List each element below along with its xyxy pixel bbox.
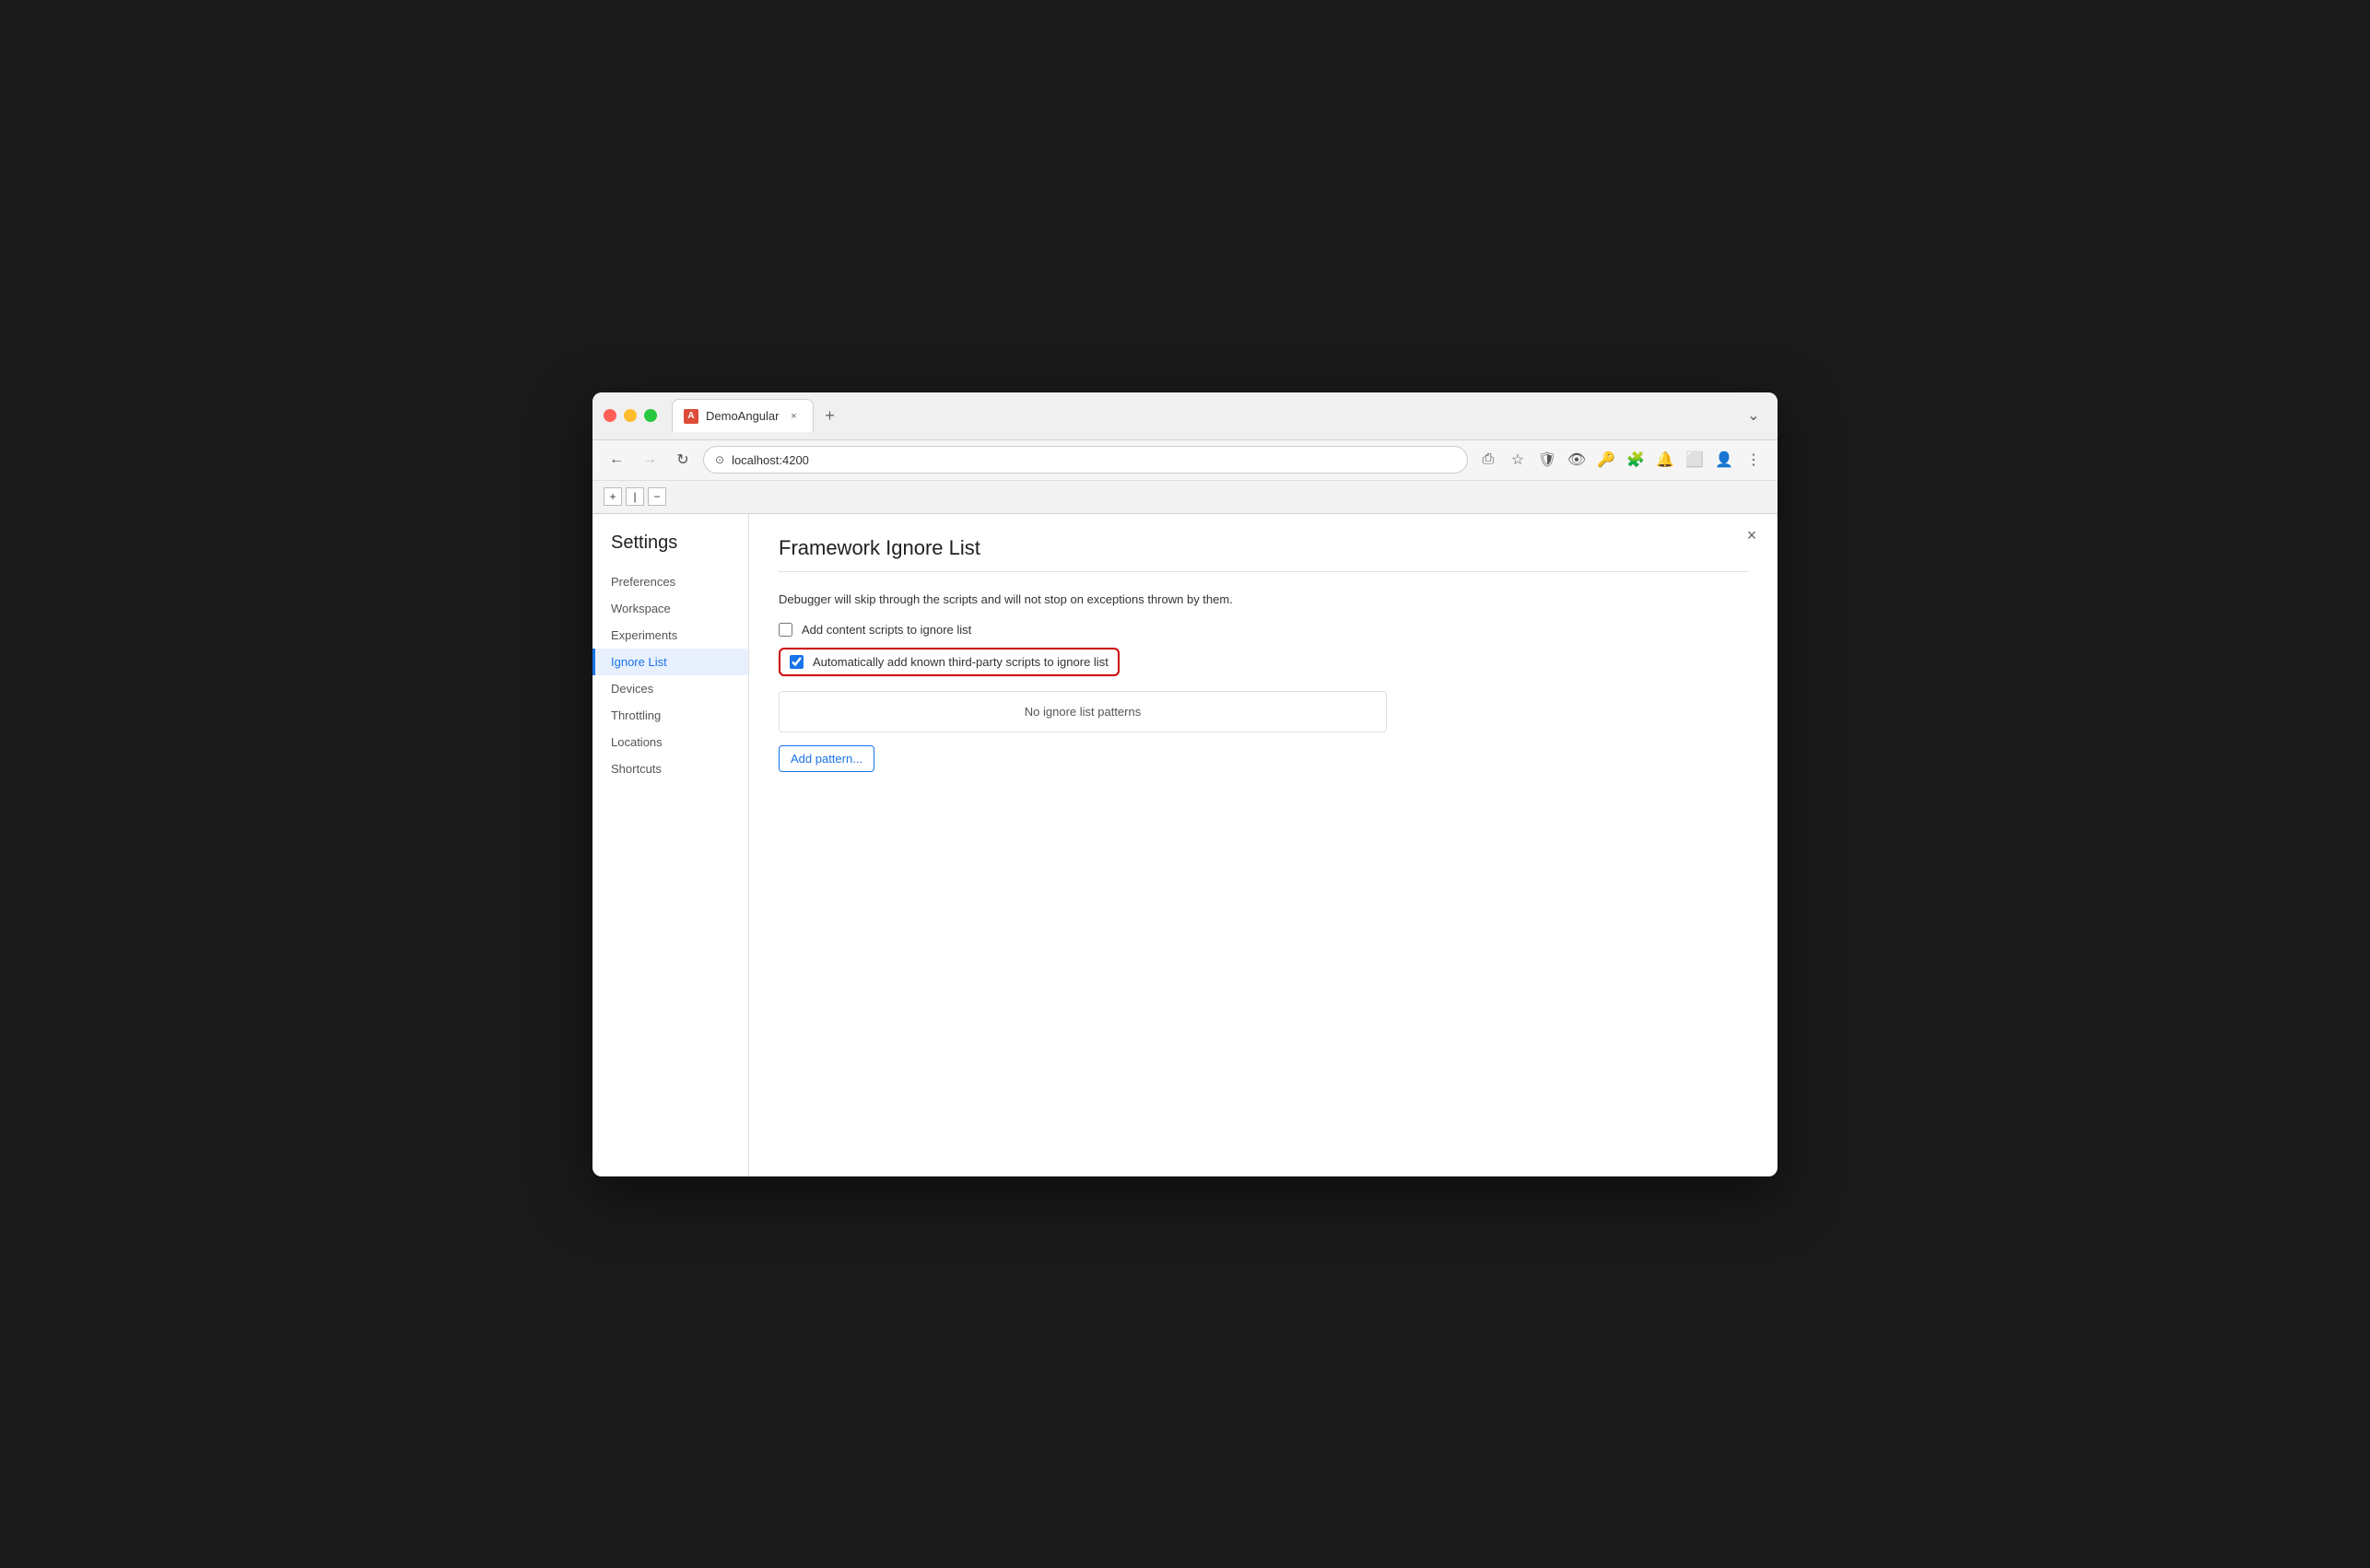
highlighted-checkbox-row: Automatically add known third-party scri… [779, 648, 1120, 676]
sidebar-header: Settings [592, 529, 748, 568]
minimize-button[interactable] [624, 409, 637, 422]
content-scripts-checkbox[interactable] [779, 623, 792, 637]
sidebar-item-workspace[interactable]: Workspace [592, 595, 748, 622]
reload-button[interactable]: ↻ [670, 447, 696, 473]
puzzle-icon[interactable]: 🧩 [1623, 447, 1648, 473]
menu-icon[interactable]: ⋮ [1741, 447, 1766, 473]
sidebar-item-preferences[interactable]: Preferences [592, 568, 748, 595]
panel-description: Debugger will skip through the scripts a… [779, 591, 1748, 609]
tab-close-button[interactable]: × [787, 409, 802, 424]
sidebar-item-ignore-list[interactable]: Ignore List [592, 649, 748, 675]
sidebar-item-shortcuts[interactable]: Shortcuts [592, 755, 748, 782]
maximize-button[interactable] [644, 409, 657, 422]
close-panel-button[interactable]: × [1741, 525, 1763, 547]
active-tab[interactable]: A DemoAngular × [672, 399, 814, 432]
devtools-bar: + | − [592, 481, 1778, 514]
address-text: localhost:4200 [732, 453, 809, 467]
title-bar: A DemoAngular × + ⌄ [592, 392, 1778, 440]
back-button[interactable]: ← [604, 447, 629, 473]
extension1-icon[interactable]: 👁 [1564, 447, 1590, 473]
settings-sidebar: Settings Preferences Workspace Experimen… [592, 514, 749, 1176]
location-icon: ⊙ [715, 453, 724, 466]
content-scripts-label: Add content scripts to ignore list [802, 623, 971, 637]
browser-window: A DemoAngular × + ⌄ ← → ↻ ⊙ localhost:42… [592, 392, 1778, 1176]
sidebar-item-devices[interactable]: Devices [592, 675, 748, 702]
zoom-bar-button: | [626, 487, 644, 506]
tab-favicon: A [684, 409, 698, 424]
sidebar-item-experiments[interactable]: Experiments [592, 622, 748, 649]
address-bar[interactable]: ⊙ localhost:4200 [703, 446, 1468, 474]
extension2-icon[interactable]: 🔑 [1593, 447, 1619, 473]
forward-button[interactable]: → [637, 447, 663, 473]
sidebar-item-throttling[interactable]: Throttling [592, 702, 748, 729]
third-party-scripts-label: Automatically add known third-party scri… [813, 655, 1109, 669]
profile-icon[interactable]: 👤 [1711, 447, 1737, 473]
browser-actions: ⎙ ☆ 🛡 👁 🔑 🧩 🔔 ⬜ 👤 ⋮ [1475, 447, 1766, 473]
share-icon[interactable]: ⎙ [1475, 447, 1501, 473]
tab-title: DemoAngular [706, 409, 780, 423]
add-pattern-button[interactable]: Add pattern... [779, 745, 874, 772]
zoom-plus-button[interactable]: + [604, 487, 622, 506]
title-divider [779, 571, 1748, 572]
tab-bar: A DemoAngular × + [672, 399, 1741, 432]
third-party-scripts-checkbox[interactable] [790, 655, 804, 669]
content-panel: × Framework Ignore List Debugger will sk… [749, 514, 1778, 1176]
sidebar-toggle-icon[interactable]: ⬜ [1682, 447, 1707, 473]
panel-title: Framework Ignore List [779, 536, 1748, 560]
shield-icon[interactable]: 🛡 [1534, 447, 1560, 473]
patterns-box: No ignore list patterns [779, 691, 1387, 732]
bell-icon[interactable]: 🔔 [1652, 447, 1678, 473]
close-button[interactable] [604, 409, 616, 422]
sidebar-item-locations[interactable]: Locations [592, 729, 748, 755]
new-tab-button[interactable]: + [817, 403, 843, 428]
zoom-minus-button[interactable]: − [648, 487, 666, 506]
browser-controls: ← → ↻ ⊙ localhost:4200 ⎙ ☆ 🛡 👁 🔑 🧩 🔔 ⬜ 👤… [592, 440, 1778, 481]
checkbox-row-content-scripts: Add content scripts to ignore list [779, 623, 1748, 637]
main-content: Settings Preferences Workspace Experimen… [592, 514, 1778, 1176]
patterns-empty-text: No ignore list patterns [1025, 705, 1141, 719]
window-dropdown[interactable]: ⌄ [1741, 403, 1766, 428]
traffic-lights [604, 409, 657, 422]
star-icon[interactable]: ☆ [1505, 447, 1531, 473]
